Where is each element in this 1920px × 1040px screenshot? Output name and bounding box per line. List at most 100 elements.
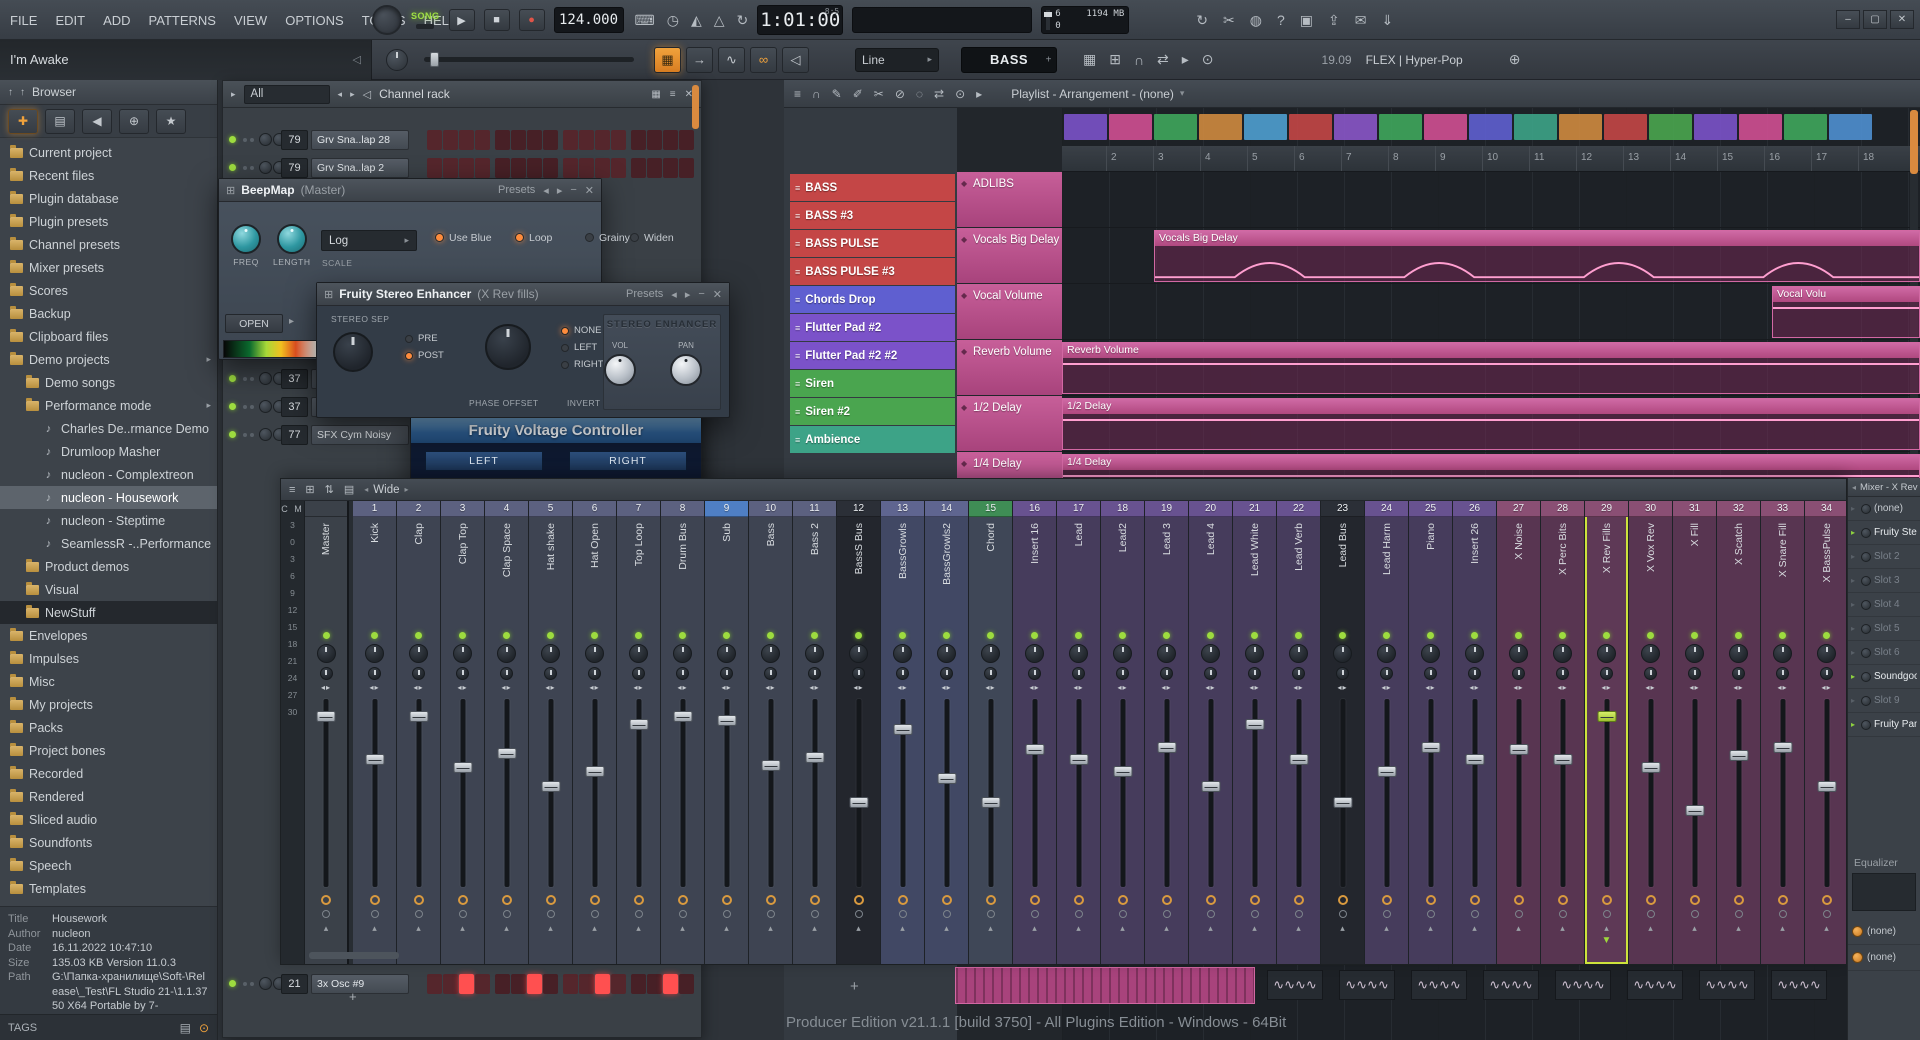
mixer-channel-number[interactable]: 1 (353, 501, 396, 517)
mixer-channel[interactable]: 3 Clap Top ◂▸ ▴ ▼ (441, 501, 485, 964)
step-cell[interactable] (459, 974, 474, 994)
mute-led[interactable] (1163, 632, 1170, 639)
mixer-channel-number[interactable]: 24 (1365, 501, 1408, 517)
tree-item[interactable]: ♪ nucleon - Complextreon (0, 463, 217, 486)
step-cell[interactable] (579, 974, 594, 994)
mute-icon[interactable]: ◌ (916, 87, 923, 101)
volume-fader[interactable] (1585, 695, 1628, 891)
mixer-channel-number[interactable]: 21 (1233, 501, 1276, 517)
stereo-link-arrows[interactable]: ◂▸ (765, 683, 775, 692)
chat-icon[interactable]: ✉ (1355, 12, 1367, 29)
zoom-icon[interactable]: ⊙ (955, 87, 965, 101)
mixer-channel[interactable]: 32 X Scatch ◂▸ ▴ ▼ (1717, 501, 1761, 964)
channel-button[interactable]: Grv Sna..lap 2 (311, 158, 409, 178)
volume-fader[interactable] (1541, 695, 1584, 891)
minimize-button[interactable]: – (1836, 10, 1860, 29)
mixer-channel-number[interactable]: 11 (793, 501, 836, 517)
pan-knob[interactable] (849, 644, 868, 663)
menu-item[interactable]: OPTIONS (285, 13, 344, 28)
mixer-channel[interactable]: 25 Piano ◂▸ ▴ ▼ (1409, 501, 1453, 964)
mute-led[interactable] (987, 632, 994, 639)
mixer-channel[interactable]: 28 X Perc Bits ◂▸ ▴ ▼ (1541, 501, 1585, 964)
step-cell[interactable] (511, 130, 526, 150)
fx-enable-icon[interactable] (1293, 895, 1304, 905)
favorites-tab-icon[interactable]: ★ (156, 108, 186, 134)
pan-knob[interactable] (1509, 644, 1528, 663)
record-arm-icon[interactable] (1338, 910, 1347, 918)
stereo-link-arrows[interactable]: ◂▸ (501, 683, 511, 692)
effect-slot[interactable]: ▸ Slot 2 (1848, 545, 1920, 569)
mini-clip[interactable] (1559, 114, 1602, 140)
step-cell[interactable] (579, 130, 594, 150)
routing-arrow-icon[interactable]: ▴ (944, 923, 949, 934)
stereo-link-arrows[interactable]: ◂▸ (369, 683, 379, 692)
mixer-channel-name[interactable]: Clap (397, 517, 440, 629)
stereo-sep-knob[interactable] (1336, 667, 1349, 680)
fx-enable-icon[interactable] (1689, 895, 1700, 905)
knob[interactable] (276, 224, 307, 254)
fx-enable-icon[interactable] (941, 895, 952, 905)
mini-clip[interactable] (1244, 114, 1287, 140)
stereo-sep-knob[interactable] (1424, 667, 1437, 680)
fader-handle[interactable] (1289, 753, 1308, 765)
menu-item[interactable]: EDIT (55, 13, 85, 28)
tree-item[interactable]: ♪ Visual (0, 578, 217, 601)
record-arm-icon[interactable] (1382, 910, 1391, 918)
menu-item[interactable]: FILE (10, 13, 37, 28)
stereo-link-arrows[interactable]: ◂▸ (1513, 683, 1523, 692)
grid-alt-icon[interactable]: ⊞ (1109, 51, 1121, 68)
mini-clip[interactable] (1784, 114, 1827, 140)
mixer-channel-number[interactable]: 32 (1717, 501, 1760, 517)
volume-fader[interactable] (305, 695, 347, 891)
mixer-channel-number[interactable]: 14 (925, 501, 968, 517)
playback-icon[interactable]: ▸ (976, 87, 982, 101)
fader-handle[interactable] (1377, 765, 1396, 777)
mute-led[interactable] (1383, 632, 1390, 639)
effect-slot[interactable]: ▸ Fruity PanOM (1848, 713, 1920, 737)
routing-arrow-icon[interactable]: ▴ (1252, 923, 1257, 934)
volume-fader[interactable] (705, 695, 748, 891)
audio-clip[interactable]: ∿∿∿∿ (1771, 970, 1827, 1000)
routing-arrow-icon[interactable]: ▴ (324, 923, 329, 934)
pan-knob[interactable] (1421, 644, 1440, 663)
online-tab-icon[interactable]: ⊕ (119, 108, 149, 134)
mixer-channel-name[interactable]: BassS Bus (837, 517, 880, 629)
menu-item[interactable]: PATTERNS (149, 13, 216, 28)
channel-mixer-target[interactable]: 79 (281, 158, 308, 178)
step-cell[interactable] (579, 158, 594, 178)
fader-handle[interactable] (1729, 749, 1748, 761)
mixer-channel-name[interactable]: Lead (1057, 517, 1100, 629)
mixer-channel[interactable]: 1 Kick ◂▸ ▴ ▼ (353, 501, 397, 964)
effect-slot[interactable]: ▸ Slot 4 (1848, 593, 1920, 617)
mixer-channel-number[interactable]: 13 (881, 501, 924, 517)
channel-mute-led[interactable] (229, 136, 236, 143)
channel-pan-knob[interactable] (259, 428, 272, 441)
mute-led[interactable] (503, 632, 510, 639)
audio-clip[interactable]: ∿∿∿∿ (1627, 970, 1683, 1000)
mixer-channel[interactable]: 21 Lead White ◂▸ ▴ ▼ (1233, 501, 1277, 964)
tree-item[interactable]: ♪ Templates (0, 877, 217, 900)
slot-mix-knob[interactable] (1861, 599, 1871, 610)
stereo-link-arrows[interactable]: ◂▸ (809, 683, 819, 692)
slot-mix-knob[interactable] (1861, 503, 1871, 514)
stereo-sep-knob[interactable] (544, 667, 557, 680)
mixer-channel-number[interactable]: 16 (1013, 501, 1056, 517)
fx-enable-icon[interactable] (1601, 895, 1612, 905)
fader-handle[interactable] (365, 753, 384, 765)
fader-handle[interactable] (1113, 765, 1132, 777)
radio-option[interactable]: RIGHT (561, 356, 604, 373)
mixer-menu-icon[interactable]: ≡ (289, 483, 295, 496)
volume-fader[interactable] (1233, 695, 1276, 891)
record-arm-icon[interactable] (1426, 910, 1435, 918)
pitch-slider-handle[interactable] (430, 52, 439, 67)
swap-icon[interactable]: ⇄ (1157, 51, 1169, 68)
mixer-channel-name[interactable]: Kick (353, 517, 396, 629)
stereo-sep-knob[interactable] (1204, 667, 1217, 680)
step-cell[interactable] (663, 158, 678, 178)
record-arm-icon[interactable] (898, 910, 907, 918)
mixer-channel[interactable]: 34 X BassPulse ◂▸ ▴ ▼ (1805, 501, 1846, 964)
enhancer-titlebar[interactable]: ⊞ Fruity Stereo Enhancer (X Rev fills) P… (317, 283, 729, 306)
stereo-sep-knob[interactable] (1512, 667, 1525, 680)
mixer-channel-name[interactable]: X Scatch (1717, 517, 1760, 629)
stereo-link-arrows[interactable]: ◂▸ (1645, 683, 1655, 692)
